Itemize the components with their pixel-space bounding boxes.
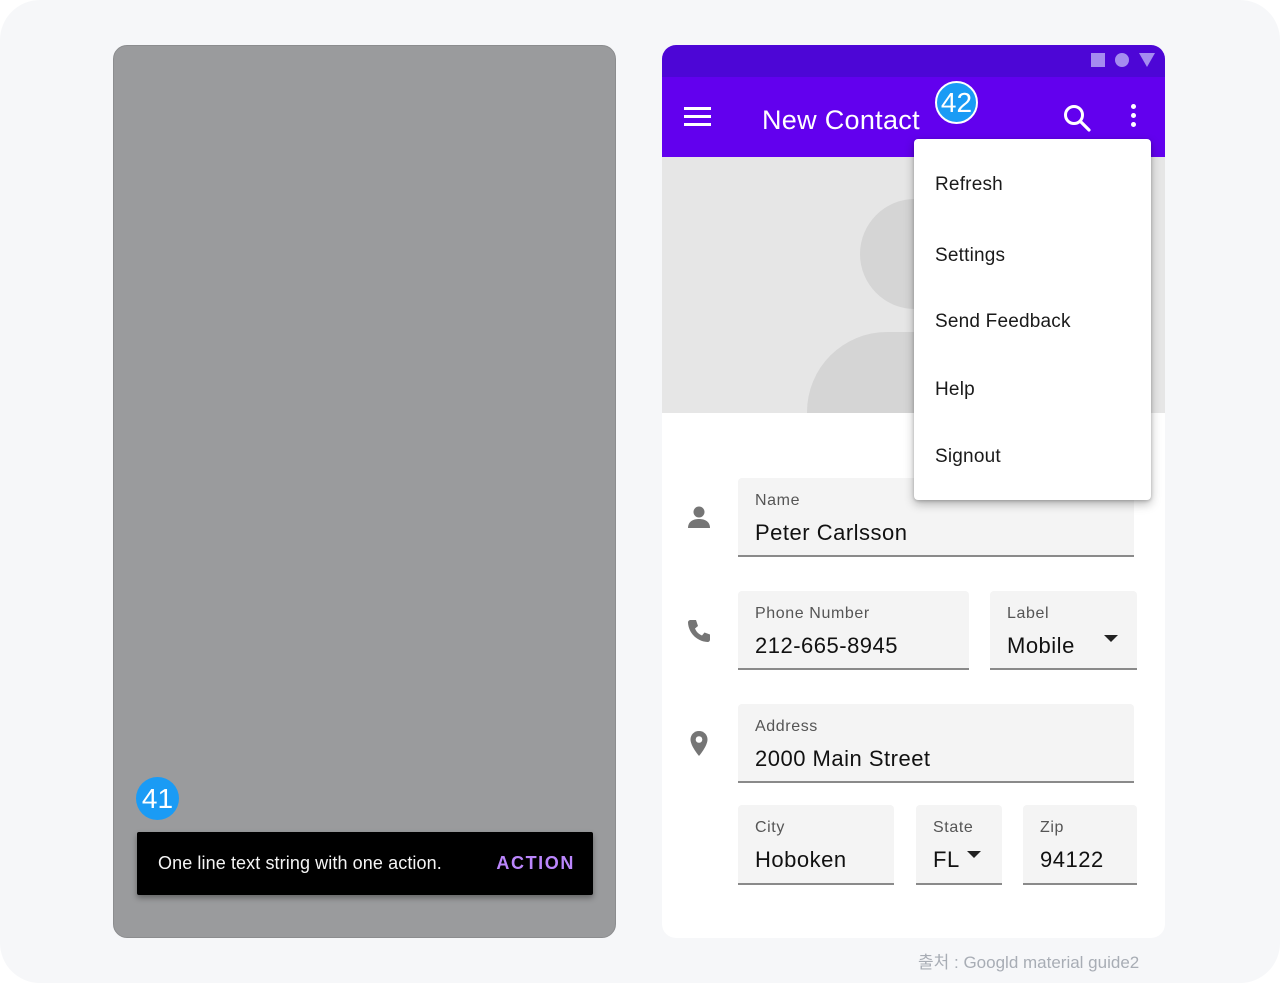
overflow-menu: Refresh Settings Send Feedback Help Sign… [914, 139, 1151, 500]
location-pin-icon [690, 731, 708, 756]
phone-label-select-label: Label [1007, 605, 1050, 622]
phone-number-value: 212-665-8945 [755, 633, 899, 658]
state-select-label: State [933, 819, 974, 836]
triangle-icon [1139, 53, 1155, 67]
phone-label-select-value: Mobile [1007, 633, 1075, 658]
square-icon [1091, 53, 1105, 67]
menu-item-send-feedback[interactable]: Send Feedback [935, 311, 1071, 333]
phone-label-select[interactable]: Label Mobile [990, 591, 1137, 670]
annotation-badge-42: 42 [935, 81, 978, 124]
city-field-value: Hoboken [755, 847, 847, 872]
city-field[interactable]: City Hoboken [738, 805, 894, 885]
city-field-label: City [755, 819, 785, 836]
state-select[interactable]: State FL [916, 805, 1002, 885]
snackbar-message: One line text string with one action. [158, 853, 442, 873]
zip-field[interactable]: Zip 94122 [1023, 805, 1137, 885]
circle-icon [1115, 53, 1129, 67]
menu-item-help[interactable]: Help [935, 379, 975, 401]
status-bar [662, 45, 1165, 77]
address-field[interactable]: Address 2000 Main Street [738, 704, 1134, 783]
name-field-value: Peter Carlsson [755, 520, 908, 545]
phone-number-field[interactable]: Phone Number 212-665-8945 [738, 591, 969, 670]
snackbar: One line text string with one action. AC… [137, 832, 593, 895]
zip-field-value: 94122 [1040, 847, 1104, 872]
annotation-badge-41: 41 [136, 777, 179, 820]
name-field-label: Name [755, 492, 801, 509]
menu-item-settings[interactable]: Settings [935, 245, 1005, 267]
snackbar-action-button[interactable]: ACTION [496, 853, 575, 874]
address-field-label: Address [755, 718, 818, 735]
dropdown-arrow-icon [1104, 635, 1118, 642]
more-vert-icon[interactable] [1128, 104, 1138, 132]
menu-item-signout[interactable]: Signout [935, 446, 1001, 468]
zip-field-label: Zip [1040, 819, 1065, 836]
left-phone-screen [113, 45, 616, 938]
address-field-value: 2000 Main Street [755, 746, 931, 771]
state-select-value: FL [933, 847, 960, 872]
phone-number-label: Phone Number [755, 605, 870, 622]
menu-item-refresh[interactable]: Refresh [935, 174, 1003, 196]
person-icon [688, 506, 710, 528]
source-caption: 출처 : Googld material guide2 [918, 953, 1140, 972]
dropdown-arrow-icon [967, 851, 981, 858]
phone-icon [688, 620, 710, 642]
app-bar-title: New Contact [762, 105, 920, 135]
menu-icon[interactable] [684, 107, 712, 129]
search-icon[interactable] [1061, 102, 1093, 134]
